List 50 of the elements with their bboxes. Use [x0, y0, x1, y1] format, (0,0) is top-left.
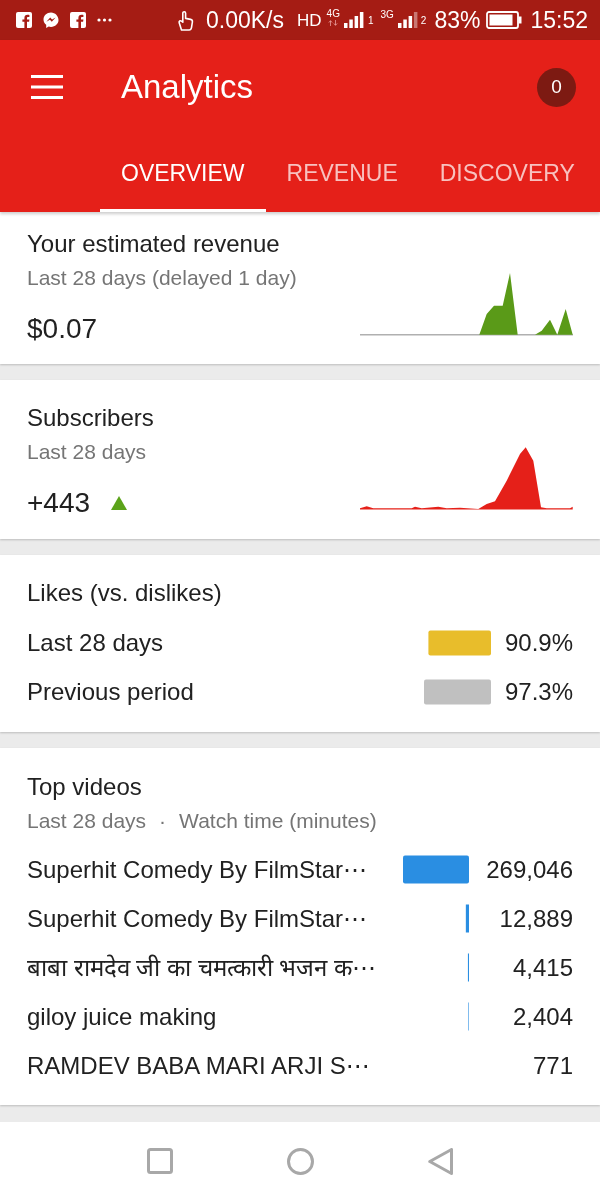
facebook-icon	[16, 12, 32, 28]
watch-time-value: 12,889	[499, 903, 573, 934]
card-subtitle: Watch time (minutes)	[179, 808, 377, 834]
hd-label: HD	[297, 10, 322, 30]
network-speed: 0.00K/s	[206, 6, 284, 34]
likes-row-label: Last 28 days	[27, 628, 164, 658]
subscriber-count: +443	[27, 486, 91, 520]
sim-slot-label: 2	[420, 15, 427, 27]
revenue-value: $0.07	[27, 312, 98, 346]
watch-time-value: 269,046	[486, 854, 573, 885]
back-icon[interactable]	[428, 1147, 453, 1175]
card-title: Top videos	[27, 773, 143, 801]
card-title: Likes (vs. dislikes)	[27, 579, 223, 607]
watch-time-value: 2,404	[512, 1001, 573, 1032]
likes-percent: 97.3%	[504, 677, 573, 707]
menu-icon[interactable]	[31, 75, 63, 99]
video-title[interactable]: RAMDEV BABA MARI ARJI S⋯	[27, 1050, 370, 1081]
likes-row-label: Previous period	[27, 677, 194, 707]
clock-time: 15:52	[530, 6, 588, 34]
watch-time-value: 771	[532, 1050, 573, 1081]
video-title[interactable]: Superhit Comedy By FilmStar⋯	[27, 903, 368, 934]
video-title[interactable]: बाबा रामदेव जी का चमत्कारी भजन क⋯	[27, 952, 376, 983]
video-title[interactable]: giloy juice making	[27, 1001, 217, 1032]
card-subtitle: Last 28 days	[27, 439, 148, 465]
battery-percent: 83%	[434, 6, 481, 34]
messenger-icon	[43, 12, 59, 28]
signal-icon	[343, 12, 364, 28]
likes-percent: 90.9%	[504, 628, 573, 658]
circle-icon[interactable]	[287, 1147, 314, 1175]
square-icon[interactable]	[147, 1148, 173, 1174]
facebook-icon	[70, 12, 86, 28]
sim-slot-label: 1	[367, 15, 374, 27]
card-subtitle: Last 28 days (delayed 1 day)	[27, 265, 298, 291]
network-type-label: 4G	[326, 8, 340, 20]
watch-time-bar	[403, 855, 469, 884]
count-badge[interactable]: 0	[537, 67, 576, 107]
signal-icon	[397, 12, 418, 28]
watch-time-bar	[465, 904, 469, 933]
watch-time-value: 4,415	[512, 952, 573, 983]
card-title: Subscribers	[27, 404, 155, 432]
hand-icon	[177, 9, 195, 31]
more-dots-icon	[97, 18, 112, 22]
video-title[interactable]: Superhit Comedy By FilmStar⋯	[27, 854, 368, 885]
card-title: Your estimated revenue	[27, 230, 281, 258]
data-arrows-icon	[328, 20, 339, 26]
separator-dot: ·	[159, 808, 167, 834]
network-type-label: 3G	[380, 8, 394, 21]
battery-icon	[486, 11, 523, 29]
card-subtitle: Last 28 days	[27, 808, 147, 834]
app-title: Analytics	[121, 67, 255, 107]
